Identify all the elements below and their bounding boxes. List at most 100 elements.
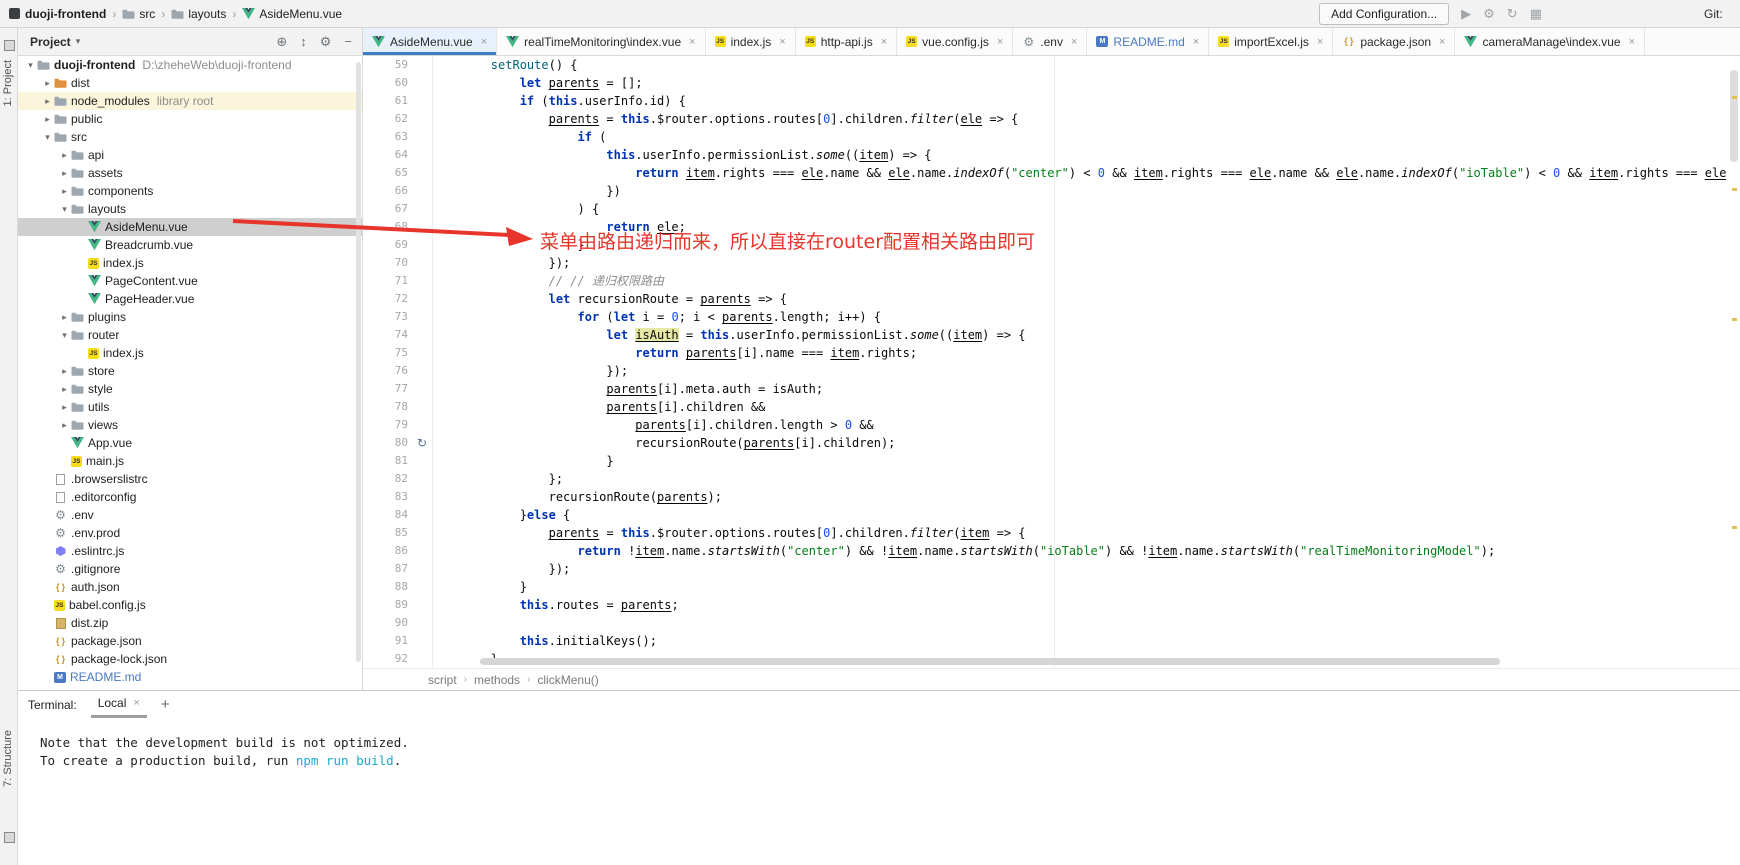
line-number[interactable]: 80↻ [363, 434, 432, 452]
line-number[interactable]: 85 [363, 524, 432, 542]
chevron-icon[interactable]: ▸ [58, 308, 71, 326]
git-label[interactable]: Git: [1704, 7, 1723, 21]
line-number[interactable]: 77 [363, 380, 432, 398]
tree-item[interactable]: ▸views [18, 416, 362, 434]
code-line[interactable]: }); [433, 560, 1726, 578]
project-panel-title[interactable]: Project [30, 35, 71, 49]
line-number[interactable]: 64 [363, 146, 432, 164]
line-number[interactable]: 78 [363, 398, 432, 416]
line-number[interactable]: 92 [363, 650, 432, 668]
gear-icon[interactable]: ⚙ [320, 34, 332, 50]
tree-item[interactable]: MREADME.md [18, 668, 362, 686]
tree-item[interactable]: ⚙.gitignore [18, 560, 362, 578]
close-tab-icon[interactable]: × [1317, 36, 1323, 48]
code-line[interactable]: setRoute() { [433, 56, 1726, 74]
close-tab-icon[interactable]: × [881, 36, 887, 48]
line-number[interactable]: 86 [363, 542, 432, 560]
terminal-tab-local[interactable]: Local × [91, 691, 147, 718]
editor-tab[interactable]: ⚙.env× [1013, 28, 1087, 55]
close-tab-icon[interactable]: × [1071, 36, 1077, 48]
chevron-icon[interactable]: ▾ [58, 200, 71, 218]
close-tab-icon[interactable]: × [689, 36, 695, 48]
chevron-icon[interactable]: ▾ [41, 128, 54, 146]
breadcrumb-item[interactable]: layouts [171, 7, 226, 21]
chevron-icon[interactable]: ▸ [58, 380, 71, 398]
line-number[interactable]: 87 [363, 560, 432, 578]
tree-item[interactable]: ▾router [18, 326, 362, 344]
tree-item[interactable]: dist.zip [18, 614, 362, 632]
locate-file-icon[interactable]: ⊕ [276, 34, 287, 50]
close-tab-icon[interactable]: × [1439, 36, 1445, 48]
editor-tab[interactable]: cameraManage\index.vue× [1455, 28, 1645, 55]
tree-item[interactable]: .editorconfig [18, 488, 362, 506]
code-line[interactable]: }); [433, 362, 1726, 380]
code-line[interactable]: return item.rights === ele.name && ele.n… [433, 164, 1726, 182]
tree-item[interactable]: AsideMenu.vue [18, 218, 362, 236]
code-line[interactable]: parents = this.$router.options.routes[0]… [433, 110, 1726, 128]
chevron-icon[interactable]: ▾ [24, 56, 37, 74]
line-number[interactable]: 88 [363, 578, 432, 596]
chevron-icon[interactable]: ▸ [41, 92, 54, 110]
hide-panel-icon[interactable]: − [344, 34, 352, 50]
code-line[interactable]: parents[i].children && [433, 398, 1726, 416]
tree-item[interactable]: ⚙.env.prod [18, 524, 362, 542]
editor-tab[interactable]: JSvue.config.js× [897, 28, 1013, 55]
line-number[interactable]: 61 [363, 92, 432, 110]
line-number[interactable]: 76 [363, 362, 432, 380]
stripe-structure-button[interactable]: 7: Structure [2, 730, 14, 787]
chevron-icon[interactable]: ▸ [58, 182, 71, 200]
project-tree-scrollbar[interactable] [356, 62, 361, 662]
line-number[interactable]: 90 [363, 614, 432, 632]
close-tab-icon[interactable]: × [1629, 36, 1635, 48]
editor-tab[interactable]: AsideMenu.vue× [363, 28, 497, 55]
line-number[interactable]: 62 [363, 110, 432, 128]
tree-item[interactable]: .eslintrc.js [18, 542, 362, 560]
editor-tab[interactable]: JSindex.js× [706, 28, 796, 55]
tree-item[interactable]: ▸store [18, 362, 362, 380]
code-line[interactable]: } [433, 578, 1726, 596]
code-line[interactable]: recursionRoute(parents[i].children); [433, 434, 1726, 452]
editor-tab[interactable]: realTimeMonitoring\index.vue× [497, 28, 705, 55]
line-number[interactable]: 81 [363, 452, 432, 470]
new-terminal-icon[interactable]: + [161, 696, 170, 713]
structure-toolwindow-icon[interactable] [4, 832, 15, 843]
line-number[interactable]: 72 [363, 290, 432, 308]
warning-stripe-mark[interactable] [1732, 318, 1737, 321]
tree-item[interactable]: .browserslistrc [18, 470, 362, 488]
tree-item[interactable]: ▸components [18, 182, 362, 200]
tree-item[interactable]: Breadcrumb.vue [18, 236, 362, 254]
close-tab-icon[interactable]: × [779, 36, 785, 48]
code-line[interactable]: ) { [433, 200, 1726, 218]
line-number[interactable]: 73 [363, 308, 432, 326]
terminal-output[interactable]: Note that the development build is not o… [18, 718, 1740, 770]
warning-stripe-mark[interactable] [1732, 96, 1737, 99]
line-number[interactable]: 69 [363, 236, 432, 254]
code-line[interactable]: }); [433, 254, 1726, 272]
refresh-icon[interactable]: ↻ [1507, 7, 1518, 20]
chevron-down-icon[interactable]: ▾ [76, 36, 81, 47]
tree-item[interactable]: PageContent.vue [18, 272, 362, 290]
chevron-icon[interactable]: ▾ [58, 326, 71, 344]
code-line[interactable]: this.routes = parents; [433, 596, 1726, 614]
tree-item[interactable]: ▸assets [18, 164, 362, 182]
horizontal-scrollbar[interactable] [480, 658, 1500, 665]
warning-stripe-mark[interactable] [1732, 526, 1737, 529]
close-icon[interactable]: × [133, 697, 139, 709]
code-line[interactable]: if (this.userInfo.id) { [433, 92, 1726, 110]
line-number[interactable]: 75 [363, 344, 432, 362]
tree-item[interactable]: ▸node_moduleslibrary root [18, 92, 362, 110]
grid-icon[interactable]: ▦ [1530, 7, 1542, 20]
line-number[interactable]: 71 [363, 272, 432, 290]
stripe-project-button[interactable]: 1: Project [2, 60, 14, 106]
code-line[interactable]: } [433, 452, 1726, 470]
tree-item[interactable]: JSmain.js [18, 452, 362, 470]
code-line[interactable]: this.userInfo.permissionList.some((item)… [433, 146, 1726, 164]
line-number[interactable]: 89 [363, 596, 432, 614]
chevron-icon[interactable]: ▸ [41, 110, 54, 128]
code-line[interactable]: recursionRoute(parents); [433, 488, 1726, 506]
tree-item[interactable]: ▸utils [18, 398, 362, 416]
chevron-icon[interactable]: ▸ [58, 146, 71, 164]
tree-item[interactable]: ⚙.env [18, 506, 362, 524]
code-lines[interactable]: setRoute() { let parents = []; if (this.… [433, 56, 1726, 668]
close-tab-icon[interactable]: × [997, 36, 1003, 48]
